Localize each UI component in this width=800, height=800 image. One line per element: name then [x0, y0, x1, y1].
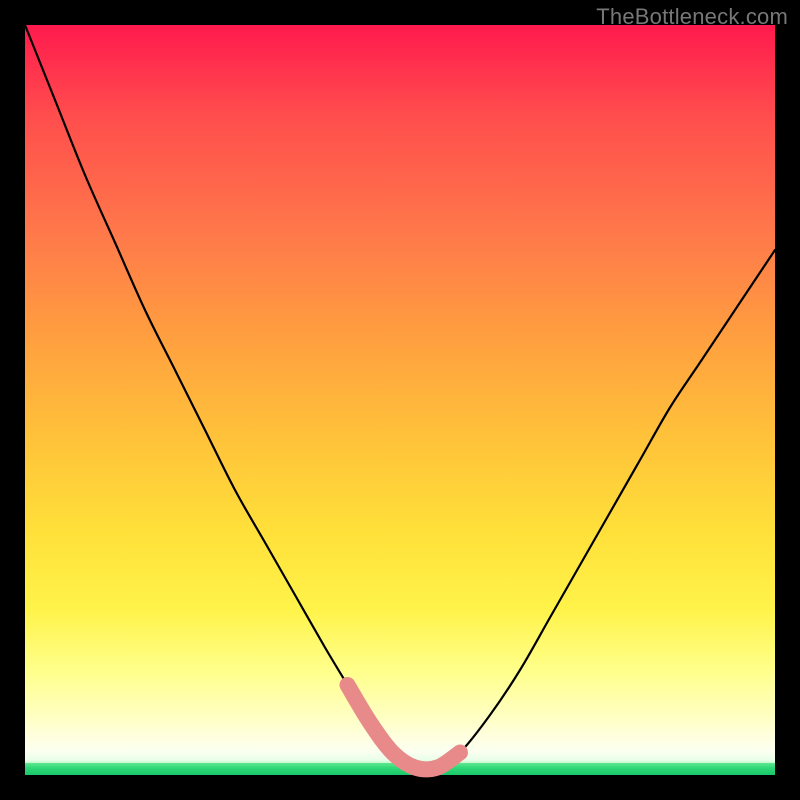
chart-frame: TheBottleneck.com	[0, 0, 800, 800]
chart-svg	[25, 25, 775, 775]
bottleneck-highlight	[348, 685, 461, 769]
bottleneck-curve	[25, 25, 775, 769]
watermark-text: TheBottleneck.com	[596, 4, 788, 30]
